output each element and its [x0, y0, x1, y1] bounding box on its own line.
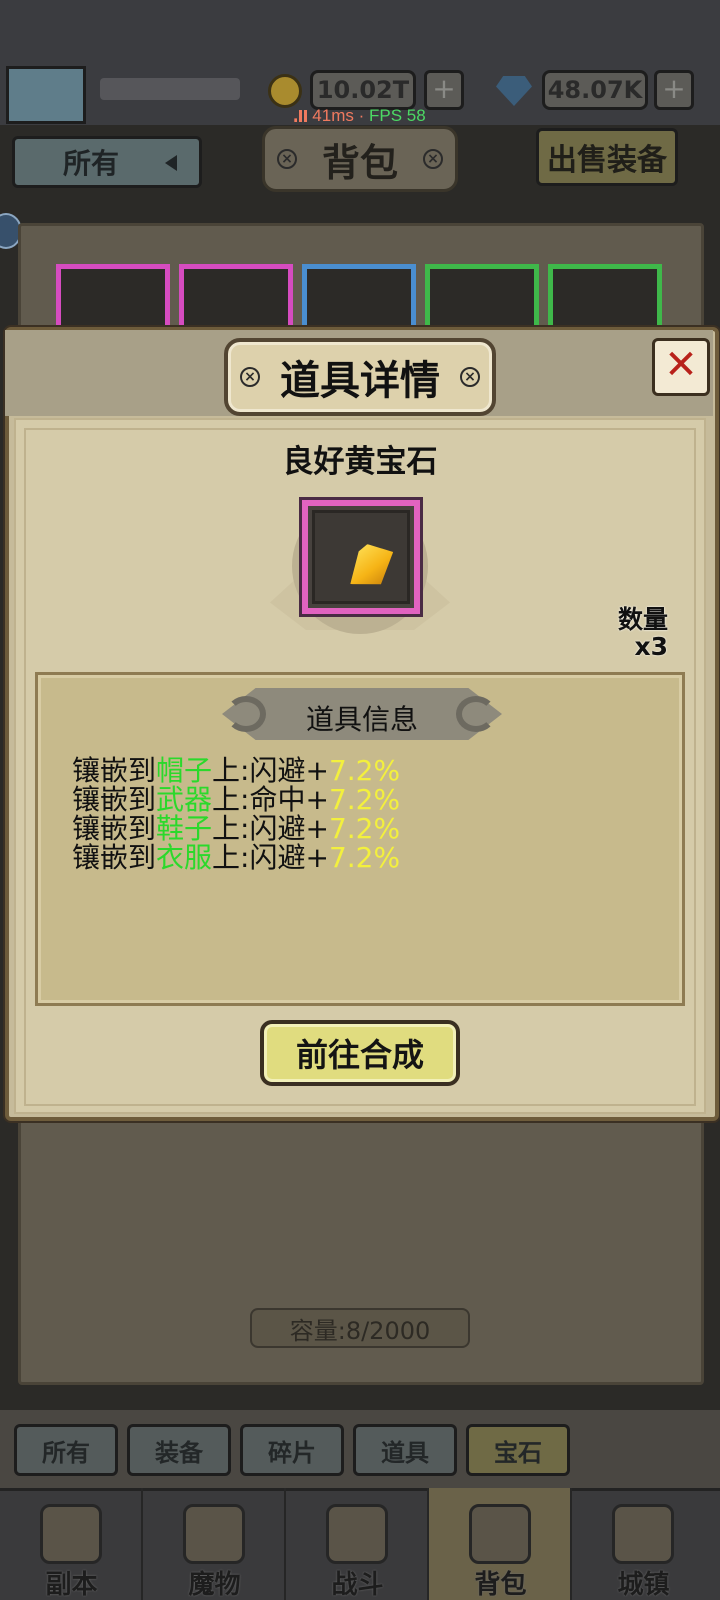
nav-town[interactable]: 城镇 [572, 1488, 720, 1600]
item-icon-frame [302, 500, 420, 614]
tab-equipment[interactable]: 装备 [127, 1424, 231, 1476]
performance-overlay: 41ms · FPS 58 [0, 106, 720, 126]
player-name-bar [100, 78, 240, 100]
stat-prefix: 镶嵌到 [72, 841, 157, 874]
ping-text: 41ms [312, 106, 354, 125]
monster-icon [183, 1504, 245, 1564]
bag-title-banner: × 背包 × [262, 126, 458, 192]
nav-label: 魔物 [188, 1570, 241, 1600]
map-icon [40, 1504, 102, 1564]
modal-title: 道具详情 [280, 358, 440, 404]
bag-capacity: 容量:8/2000 [250, 1308, 470, 1348]
item-icon-inner [312, 510, 410, 604]
gold-coin-icon [268, 74, 302, 108]
quantity-value: x3 [634, 632, 668, 661]
tab-all[interactable]: 所有 [14, 1424, 118, 1476]
stat-line: 镶嵌到帽子上:闪避+7.2% [72, 756, 632, 785]
bag-filter-label: 所有 [63, 147, 120, 180]
nav-monster[interactable]: 魔物 [143, 1488, 286, 1600]
go-synthesize-button[interactable]: 前往合成 [260, 1020, 460, 1086]
gold-amount: 10.02T [310, 70, 416, 110]
stat-value: 7.2% [328, 841, 401, 874]
stat-line: 镶嵌到鞋子上:闪避+7.2% [72, 814, 632, 843]
nav-backpack[interactable]: 背包 [429, 1488, 572, 1600]
nav-label: 战斗 [331, 1570, 384, 1600]
stat-line: 镶嵌到武器上:命中+7.2% [72, 785, 632, 814]
bag-filter-dropdown[interactable]: 所有 [12, 136, 202, 188]
fps-text: FPS 58 [368, 106, 426, 125]
nav-battle[interactable]: 战斗 [286, 1488, 429, 1600]
add-gold-button[interactable]: + [424, 70, 464, 110]
stat-line: 镶嵌到衣服上:闪避+7.2% [72, 843, 632, 872]
nav-label: 副本 [45, 1570, 98, 1600]
tab-gems[interactable]: 宝石 [466, 1424, 570, 1476]
backpack-icon [469, 1504, 531, 1564]
stat-suffix: 上:闪避+ [212, 841, 329, 874]
yellow-gem-icon [350, 543, 393, 590]
stat-slot: 衣服 [156, 841, 213, 874]
signal-icon [294, 110, 309, 122]
add-gems-button[interactable]: + [654, 70, 694, 110]
nav-dungeon[interactable]: 副本 [0, 1488, 143, 1600]
item-name: 良好黄宝石 [282, 444, 438, 480]
close-button[interactable]: ✕ [652, 338, 710, 396]
nav-label: 城镇 [617, 1570, 670, 1600]
bag-title: 背包 [321, 140, 398, 185]
info-lines: 镶嵌到帽子上:闪避+7.2% 镶嵌到武器上:命中+7.2% 镶嵌到鞋子上:闪避+… [72, 756, 632, 872]
rivet-icon: × [240, 367, 260, 387]
nav-label: 背包 [474, 1570, 527, 1600]
info-title: 道具信息 [305, 703, 418, 736]
swords-icon [326, 1504, 388, 1564]
rivet-icon: × [423, 149, 443, 169]
tab-fragments[interactable]: 碎片 [240, 1424, 344, 1476]
rivet-icon: × [277, 149, 297, 169]
caret-left-icon [165, 155, 177, 171]
quantity-label: 数量 [617, 605, 668, 634]
gem-amount: 48.07K [542, 70, 648, 110]
town-icon [612, 1504, 674, 1564]
rivet-icon: × [460, 367, 480, 387]
tab-items[interactable]: 道具 [353, 1424, 457, 1476]
perf-separator: · [353, 106, 369, 125]
sell-equipment-button[interactable]: 出售装备 [536, 128, 678, 186]
modal-title-banner: × 道具详情 × [224, 338, 496, 416]
